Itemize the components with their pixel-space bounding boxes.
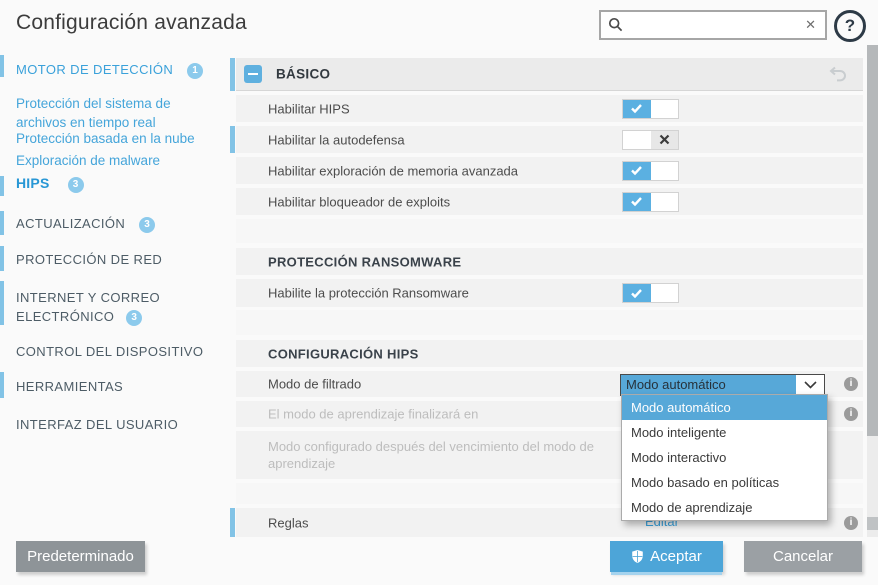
toggle-memoria-avanzada[interactable] [622, 160, 679, 181]
changes-badge: 3 [67, 177, 84, 193]
setting-label: El modo de aprendizaje finalizará en [268, 406, 479, 422]
filter-mode-dropdown: Modo automático Modo inteligente Modo in… [621, 394, 828, 521]
search-icon [608, 17, 624, 33]
info-icon[interactable] [844, 515, 858, 530]
modified-accent-bar [230, 508, 235, 537]
collapse-icon[interactable] [244, 65, 262, 83]
scrollbar-bottom-cap [867, 517, 878, 530]
sidebar-item-proteccion-de-red[interactable]: PROTECCIÓN DE RED [16, 252, 162, 267]
sidebar-item-internet-correo[interactable]: INTERNET Y CORREO ELECTRÓNICO 3 [16, 288, 206, 326]
revert-icon[interactable] [829, 66, 847, 87]
default-button[interactable]: Predeterminado [16, 541, 145, 572]
setting-label: Habilitar exploración de memoria avanzad… [268, 163, 519, 178]
search-input[interactable] [628, 17, 806, 33]
setting-row-memoria-avanzada: Habilitar exploración de memoria avanzad… [236, 157, 863, 184]
section-basico: BÁSICO [236, 58, 863, 91]
sidebar-accent-bar [0, 211, 4, 235]
section-configuracion-hips: CONFIGURACIÓN HIPS [236, 340, 863, 367]
ok-button[interactable]: Aceptar [610, 541, 723, 572]
check-icon [623, 284, 651, 302]
dropdown-option-modo-aprendizaje[interactable]: Modo de aprendizaje [622, 495, 827, 520]
check-icon [623, 192, 651, 211]
check-icon [623, 161, 651, 180]
sidebar-item-interfaz-usuario[interactable]: INTERFAZ DEL USUARIO [16, 417, 178, 432]
changes-badge: 3 [126, 310, 143, 326]
toggle-autodefensa[interactable] [622, 129, 679, 150]
dropdown-option-modo-politicas[interactable]: Modo basado en políticas [622, 470, 827, 495]
toggle-bloqueador-exploits[interactable] [622, 191, 679, 212]
setting-label: Habilitar la autodefensa [268, 132, 405, 147]
filter-mode-select[interactable]: Modo automático [620, 374, 825, 396]
setting-row-bloqueador-exploits: Habilitar bloqueador de exploits [236, 188, 863, 215]
toggle-proteccion-ransomware[interactable] [622, 283, 679, 303]
help-icon[interactable]: ? [834, 10, 866, 42]
cross-icon [650, 130, 678, 149]
dropdown-option-modo-inteligente[interactable]: Modo inteligente [622, 420, 827, 445]
setting-row-proteccion-ransomware: Habilite la protección Ransomware [236, 279, 863, 307]
setting-label: Habilite la protección Ransomware [268, 285, 469, 301]
info-icon[interactable] [844, 407, 858, 421]
selected-value: Modo automático [621, 375, 796, 395]
setting-label: Reglas [268, 515, 309, 530]
sidebar-item-herramientas[interactable]: HERRAMIENTAS [16, 379, 123, 394]
search-clear-icon[interactable]: ✕ [805, 17, 816, 33]
setting-label: Modo de filtrado [268, 376, 362, 392]
setting-label: Habilitar bloqueador de exploits [268, 194, 451, 209]
sidebar-item-motor-de-deteccion[interactable]: MOTOR DE DETECCIÓN 1 [16, 62, 204, 79]
dropdown-option-modo-automatico[interactable]: Modo automático [622, 395, 827, 420]
section-proteccion-ransomware: PROTECCIÓN RANSOMWARE [236, 248, 863, 275]
sidebar-accent-bar [0, 372, 4, 398]
sidebar-item-proteccion-nube[interactable]: Protección basada en la nube [16, 131, 195, 146]
changes-badge: 1 [187, 63, 204, 79]
check-icon [623, 99, 651, 118]
uac-shield-icon [631, 549, 644, 564]
setting-label: Habilitar HIPS [268, 101, 350, 116]
section-title: CONFIGURACIÓN HIPS [268, 346, 419, 361]
sidebar-item-control-dispositivo[interactable]: CONTROL DEL DISPOSITIVO [16, 344, 203, 359]
section-basico-title: BÁSICO [276, 66, 331, 82]
ok-button-label: Aceptar [650, 548, 702, 565]
chevron-down-icon [796, 375, 824, 395]
sidebar-accent-bar [0, 246, 4, 271]
sidebar-accent-bar [0, 281, 4, 325]
sidebar-accent-bar [0, 176, 4, 196]
setting-row-autodefensa: Habilitar la autodefensa [236, 126, 863, 153]
sidebar-accent-bar [0, 55, 4, 77]
scrollbar-thumb[interactable] [867, 45, 878, 436]
spacer-row [236, 310, 863, 335]
sidebar-item-hips[interactable]: HIPS 3 [16, 175, 84, 193]
page-title: Configuración avanzada [16, 11, 247, 34]
dropdown-option-modo-interactivo[interactable]: Modo interactivo [622, 445, 827, 470]
setting-label: Modo configurado después del vencimiento… [268, 439, 594, 471]
sidebar-item-exploracion-malware[interactable]: Exploración de malware [16, 153, 160, 168]
spacer-row [236, 219, 863, 243]
sidebar-item-actualizacion[interactable]: ACTUALIZACIÓN 3 [16, 216, 156, 233]
modified-accent-bar [230, 126, 235, 153]
section-title: PROTECCIÓN RANSOMWARE [268, 254, 462, 269]
sidebar-item-proteccion-sistema-archivos[interactable]: Protección del sistema de archivos en ti… [16, 94, 198, 132]
cancel-button[interactable]: Cancelar [744, 541, 862, 572]
setting-row-habilitar-hips: Habilitar HIPS [236, 95, 863, 122]
changes-badge: 3 [139, 217, 156, 233]
modified-accent-bar [230, 58, 235, 91]
toggle-habilitar-hips[interactable] [622, 98, 679, 119]
info-icon[interactable] [844, 377, 858, 391]
search-box[interactable]: ✕ [599, 10, 827, 40]
